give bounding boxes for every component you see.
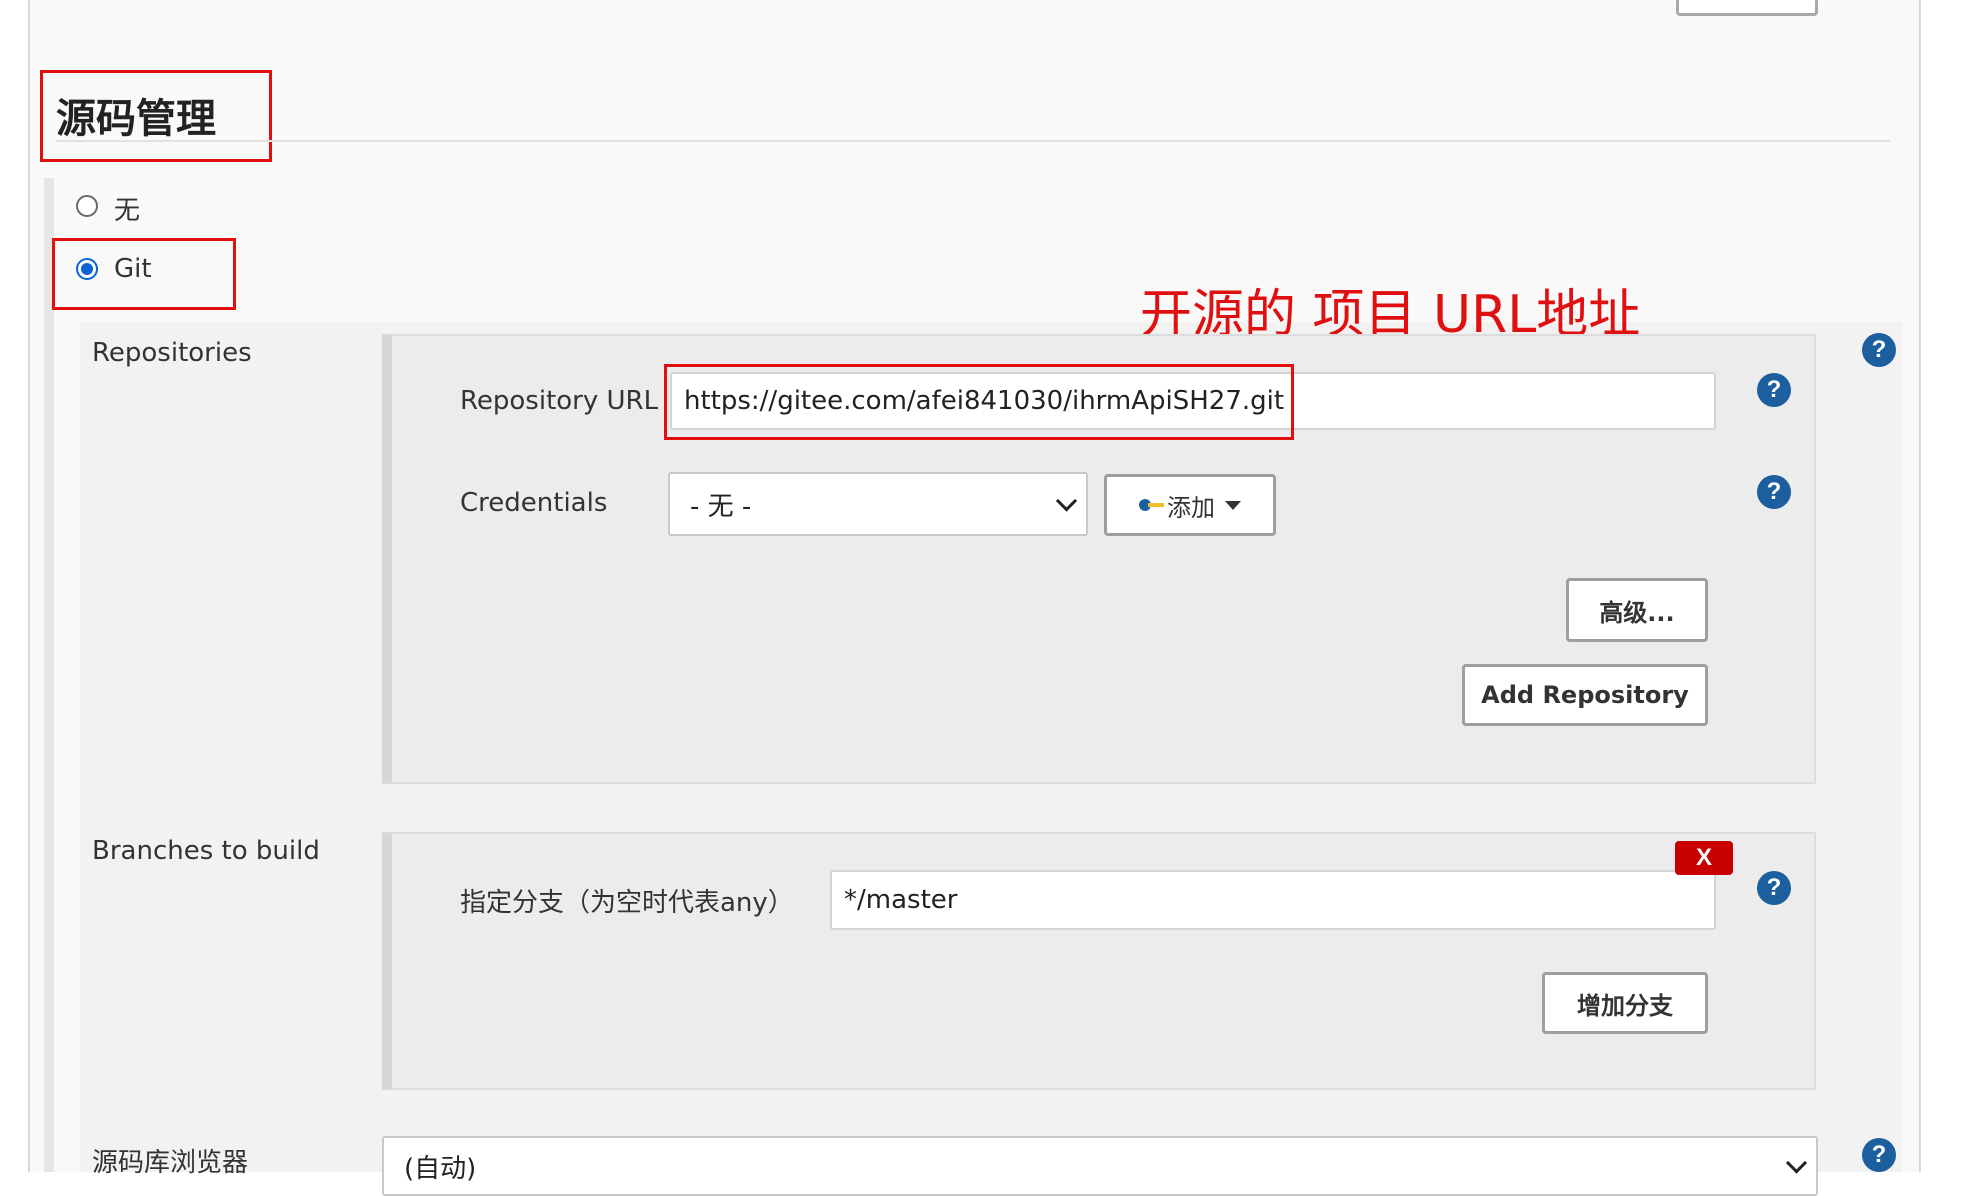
top-partial-button[interactable] bbox=[1676, 0, 1818, 16]
chevron-down-icon bbox=[1785, 1152, 1808, 1174]
indent-bar bbox=[44, 178, 54, 1172]
help-icon-branch[interactable]: ? bbox=[1757, 871, 1791, 905]
credentials-label: Credentials bbox=[460, 488, 608, 518]
caret-down-icon bbox=[1225, 500, 1241, 510]
chevron-down-icon bbox=[1055, 490, 1078, 512]
help-icon-git[interactable]: ? bbox=[1862, 333, 1896, 367]
delete-branch-button[interactable]: X bbox=[1675, 841, 1733, 875]
repo-browser-value: (自动) bbox=[404, 1153, 477, 1184]
add-branch-button[interactable]: 增加分支 bbox=[1542, 972, 1708, 1034]
radio-none-label: 无 bbox=[114, 196, 141, 226]
key-icon bbox=[1139, 498, 1165, 512]
radio-git-label: Git bbox=[114, 254, 152, 284]
repo-browser-select[interactable]: (自动) bbox=[382, 1136, 1818, 1196]
section-divider bbox=[56, 140, 1890, 142]
advanced-button[interactable]: 高级... bbox=[1566, 578, 1708, 642]
help-icon-url[interactable]: ? bbox=[1757, 373, 1791, 407]
repository-url-label: Repository URL bbox=[460, 386, 659, 416]
help-icon-credentials[interactable]: ? bbox=[1757, 475, 1791, 509]
add-credentials-button[interactable]: 添加 bbox=[1104, 474, 1276, 536]
highlight-box-url bbox=[664, 364, 1294, 440]
radio-none[interactable] bbox=[76, 195, 98, 217]
credentials-select[interactable]: - 无 - bbox=[668, 472, 1088, 536]
branches-label: Branches to build bbox=[92, 836, 320, 866]
branch-spec-label: 指定分支（为空时代表any） bbox=[460, 888, 794, 918]
credentials-value: - 无 - bbox=[690, 491, 752, 522]
add-credentials-label: 添加 bbox=[1167, 493, 1215, 522]
radio-git[interactable] bbox=[76, 258, 98, 280]
repositories-label: Repositories bbox=[92, 338, 252, 368]
branch-spec-input[interactable]: */master bbox=[830, 870, 1716, 930]
section-title: 源码管理 bbox=[56, 96, 216, 142]
help-icon-browser[interactable]: ? bbox=[1862, 1138, 1896, 1172]
add-repository-button[interactable]: Add Repository bbox=[1462, 664, 1708, 726]
repo-browser-label: 源码库浏览器 bbox=[92, 1148, 249, 1178]
